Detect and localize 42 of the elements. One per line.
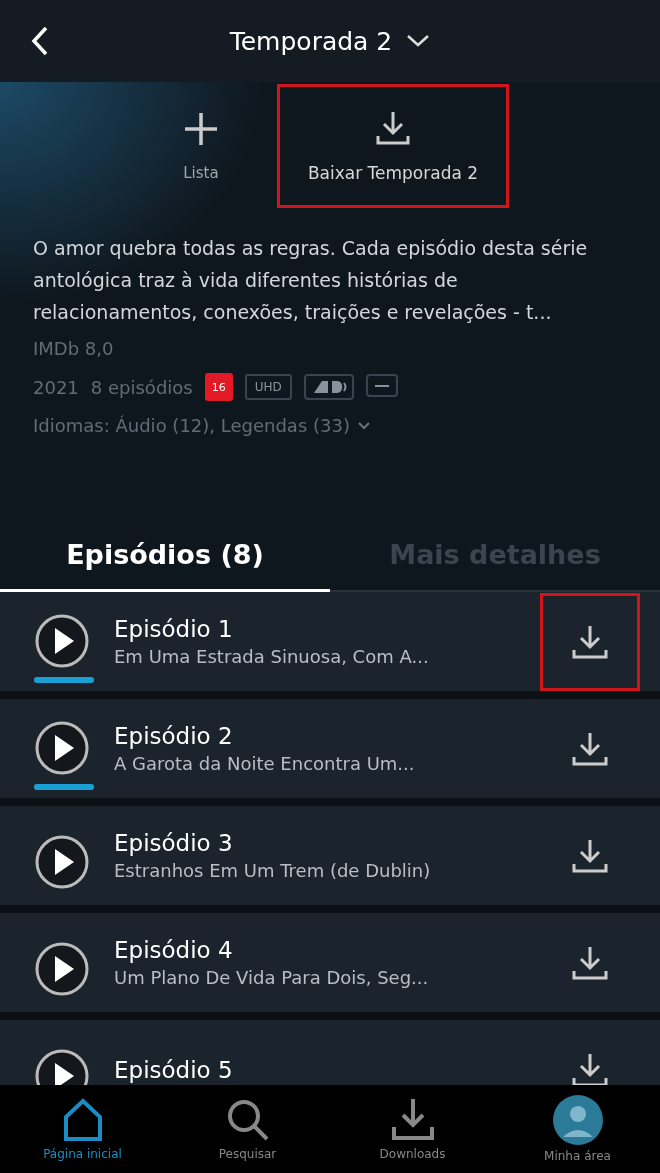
episode-subtitle: Um Plano De Vida Para Dois, Seg... [114,967,430,988]
season-dropdown[interactable]: Temporada 2 [229,26,431,56]
download-button[interactable] [540,592,640,691]
description: O amor quebra todas as regras. Cada episódio desta série antológica traz à vida diferentes histórias de relacionamentos, conexões, traições e revelações - t... [33,236,589,325]
audio-description-icon [303,374,354,400]
episode-title: Episódio 5 [114,1056,234,1083]
download-season-button[interactable]: Baixar Temporada 2 [276,84,510,208]
imdb-rating: IMDb 8,0 [33,338,115,359]
play-icon[interactable] [34,719,90,776]
episode-row[interactable]: Episódio 5 [0,1020,660,1085]
age-rating-badge: 16 [204,373,233,401]
episode-row[interactable]: Episódio 3 Estranhos Em Um Trem (de Dublin) [0,806,660,905]
episode-title: Episódio 2 [114,723,234,749]
play-icon[interactable] [34,940,90,997]
episode-subtitle: Estranhos Em Um Trem (de Dublin) [114,860,432,881]
play-icon[interactable] [34,612,90,669]
subtitles-icon [365,374,398,400]
progress-bar [34,676,94,683]
episode-title: Episódio 1 [114,616,234,642]
nav-item[interactable]: Página inicial [0,1097,165,1161]
nav-item[interactable]: Downloads [330,1097,495,1161]
add-to-list-button[interactable]: Lista [150,84,251,208]
avatar-icon [552,1095,603,1145]
back-icon[interactable] [30,25,50,57]
chevron-icon[interactable] [357,421,370,430]
episode-title: Episódio 4 [114,937,234,963]
download-icon [389,1097,436,1143]
episode-count: 8 episódios [90,376,193,398]
chevron-icon [406,34,431,48]
episode-subtitle: Em Uma Estrada Sinuosa, Com A... [114,646,430,667]
episode-title: Episódio 3 [114,830,234,856]
episode-subtitle: A Garota da Noite Encontra Um... [114,753,416,774]
nav-item[interactable]: Pesquisar [165,1097,330,1161]
quality-badge: UHD [244,374,292,400]
episode-row[interactable]: Episódio 4 Um Plano De Vida Para Dois, Seg... [0,913,660,1012]
episode-row[interactable]: Episódio 1 Em Uma Estrada Sinuosa, Com A... [0,592,660,691]
download-icon [374,109,412,147]
nav-item[interactable]: Minha área [495,1095,660,1163]
episode-row[interactable]: Episódio 2 A Garota da Noite Encontra Um... [0,699,660,798]
progress-bar [34,783,94,790]
year: 2021 [33,376,79,398]
play-icon[interactable] [34,833,90,890]
